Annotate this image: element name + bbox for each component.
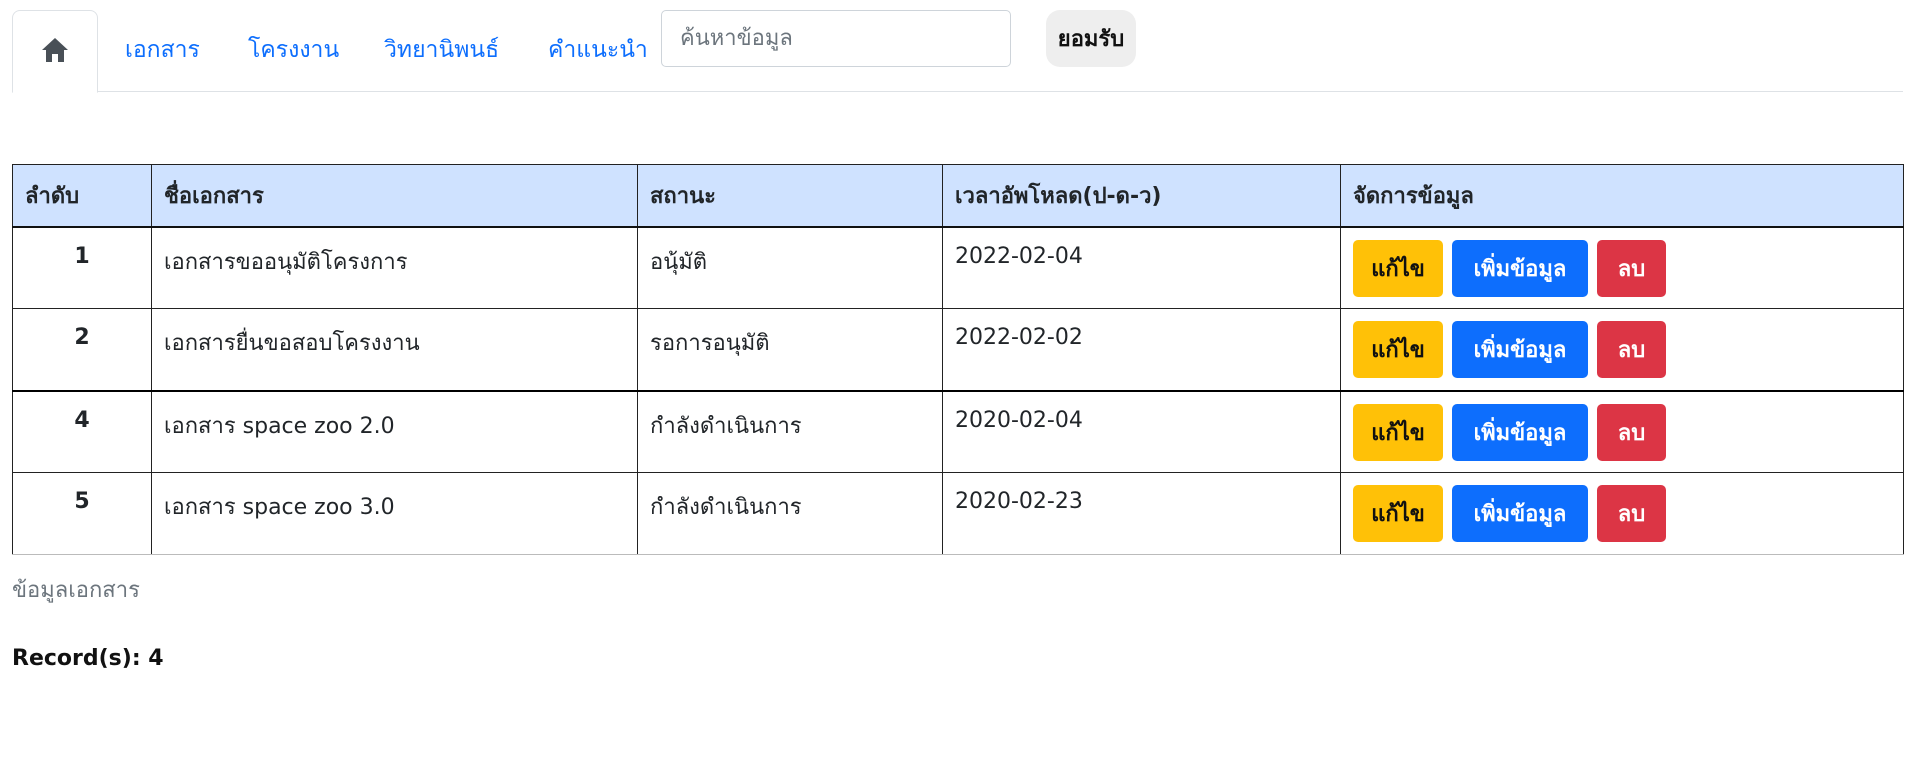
header-manage: จัดการข้อมูล — [1340, 164, 1904, 228]
row-actions: แก้ไข เพิ่มข้อมูล ลบ — [1340, 390, 1904, 473]
row-document-name: เอกสารยื่นขอสอบโครงงาน — [151, 308, 638, 392]
row-actions: แก้ไข เพิ่มข้อมูล ลบ — [1340, 308, 1904, 392]
header-document-name: ชื่อเอกสาร — [151, 164, 638, 228]
row-document-name: เอกสาร space zoo 2.0 — [151, 390, 638, 473]
row-status: กำลังดำเนินการ — [637, 472, 943, 555]
row-upload-date: 2022-02-04 — [942, 226, 1341, 309]
delete-button[interactable]: ลบ — [1597, 239, 1666, 297]
table-row: 5 เอกสาร space zoo 3.0 กำลังดำเนินการ 20… — [12, 472, 1904, 555]
record-count: Record(s): 4 — [12, 646, 164, 671]
row-upload-date: 2020-02-04 — [942, 390, 1341, 473]
add-info-button[interactable]: เพิ่มข้อมูล — [1452, 403, 1588, 461]
documents-table: ลำดับ ชื่อเอกสาร สถานะ เวลาอัพโหลด(ป-ด-ว… — [12, 164, 1904, 555]
row-document-name: เอกสาร space zoo 3.0 — [151, 472, 638, 555]
header-order: ลำดับ — [12, 164, 152, 228]
home-tab[interactable] — [12, 10, 98, 93]
row-actions: แก้ไข เพิ่มข้อมูล ลบ — [1340, 472, 1904, 555]
row-number: 2 — [12, 308, 152, 392]
add-info-button[interactable]: เพิ่มข้อมูล — [1452, 485, 1588, 542]
row-number: 4 — [12, 390, 152, 473]
row-number: 1 — [12, 226, 152, 309]
table-caption: ข้อมูลเอกสาร — [12, 578, 140, 603]
header-status: สถานะ — [637, 164, 943, 228]
edit-button[interactable]: แก้ไข — [1353, 239, 1443, 297]
nav-link-documents[interactable]: เอกสาร — [125, 32, 200, 68]
row-upload-date: 2022-02-02 — [942, 308, 1341, 392]
edit-button[interactable]: แก้ไข — [1353, 403, 1443, 461]
edit-button[interactable]: แก้ไข — [1353, 485, 1443, 542]
table-row: 2 เอกสารยื่นขอสอบโครงงาน รอการอนุมัติ 20… — [12, 308, 1904, 392]
delete-button[interactable]: ลบ — [1597, 403, 1666, 461]
row-document-name: เอกสารขออนุมัติโครงการ — [151, 226, 638, 309]
row-status: กำลังดำเนินการ — [637, 390, 943, 473]
add-info-button[interactable]: เพิ่มข้อมูล — [1452, 239, 1588, 297]
row-status: รอการอนุมัติ — [637, 308, 943, 392]
top-nav: เอกสาร โครงงาน วิทยานิพนธ์ คำแนะนำ ยอมรั… — [12, 10, 1903, 93]
edit-button[interactable]: แก้ไข — [1353, 321, 1443, 378]
home-icon — [40, 36, 70, 68]
delete-button[interactable]: ลบ — [1597, 485, 1666, 542]
delete-button[interactable]: ลบ — [1597, 321, 1666, 378]
table-header-row: ลำดับ ชื่อเอกสาร สถานะ เวลาอัพโหลด(ป-ด-ว… — [12, 164, 1904, 228]
accept-button[interactable]: ยอมรับ — [1046, 10, 1136, 67]
table-row: 4 เอกสาร space zoo 2.0 กำลังดำเนินการ 20… — [12, 390, 1904, 473]
header-upload-time: เวลาอัพโหลด(ป-ด-ว) — [942, 164, 1341, 228]
add-info-button[interactable]: เพิ่มข้อมูล — [1452, 321, 1588, 378]
row-actions: แก้ไข เพิ่มข้อมูล ลบ — [1340, 226, 1904, 309]
search-input[interactable] — [661, 10, 1011, 67]
row-number: 5 — [12, 472, 152, 555]
nav-link-guidance[interactable]: คำแนะนำ — [548, 32, 648, 68]
page: เอกสาร โครงงาน วิทยานิพนธ์ คำแนะนำ ยอมรั… — [0, 0, 1914, 780]
nav-link-theses[interactable]: วิทยานิพนธ์ — [384, 32, 499, 68]
row-upload-date: 2020-02-23 — [942, 472, 1341, 555]
nav-link-projects[interactable]: โครงงาน — [248, 32, 339, 68]
table-row: 1 เอกสารขออนุมัติโครงการ อนุ้มัติ 2022-0… — [12, 226, 1904, 309]
row-status: อนุ้มัติ — [637, 226, 943, 309]
